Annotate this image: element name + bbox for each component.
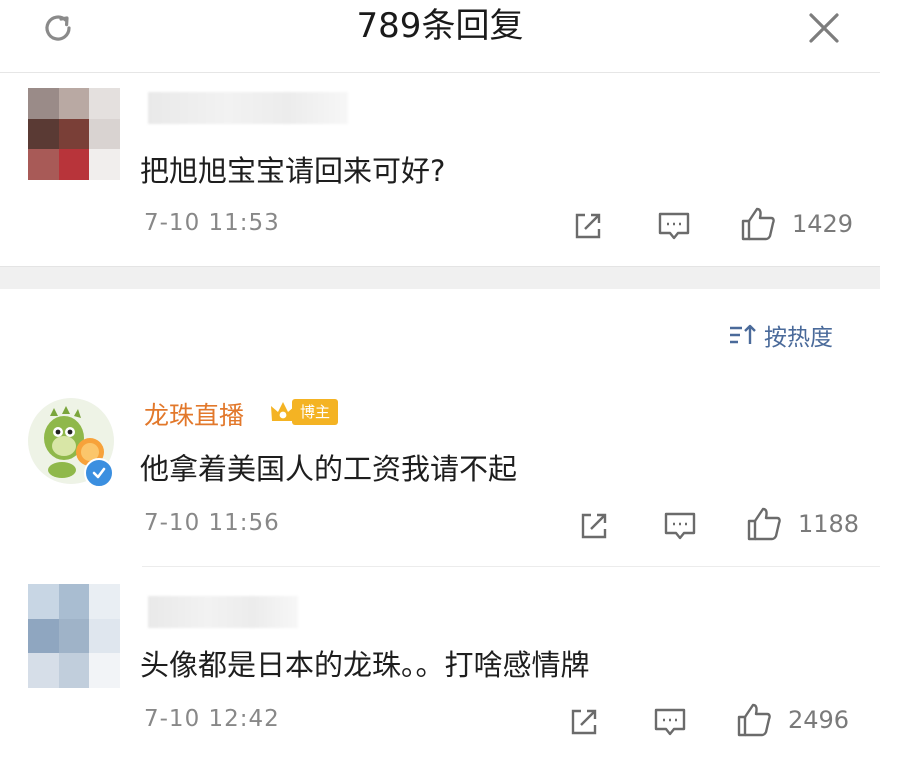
- replies-header: 789条回复: [0, 0, 880, 73]
- comment-text: 他拿着美国人的工资我请不起: [140, 452, 518, 486]
- verified-badge: [84, 458, 114, 488]
- comment-time: 7-10 11:53: [144, 210, 280, 236]
- sort-icon: [730, 324, 756, 344]
- comment-text: 头像都是日本的龙珠。。打啥感情牌: [140, 648, 590, 682]
- row-divider: [142, 566, 880, 567]
- author-name[interactable]: 龙珠直播: [144, 396, 244, 432]
- comment-time: 7-10 11:56: [144, 510, 280, 536]
- share-icon: [571, 709, 597, 735]
- author-badge: 博主: [268, 397, 339, 427]
- avatar-mosaic: [28, 88, 120, 180]
- avatar-obscured[interactable]: [28, 88, 120, 180]
- thumbs-up-icon: [747, 507, 781, 541]
- comment-text: 把旭旭宝宝请回来可好?: [140, 154, 446, 188]
- like-button[interactable]: [734, 700, 774, 740]
- thumbs-up-icon: [737, 703, 771, 737]
- avatar-mosaic: [28, 584, 120, 688]
- reply-button[interactable]: [660, 506, 700, 546]
- share-button[interactable]: [574, 506, 614, 546]
- comment-icon: [654, 708, 686, 736]
- checkmark-icon: [92, 467, 106, 479]
- close-icon: [809, 13, 839, 43]
- thumbs-up-icon: [741, 207, 775, 241]
- author-name-obscured[interactable]: [148, 92, 348, 124]
- reply-button[interactable]: [654, 206, 694, 246]
- replies-page: 789条回复 把旭旭宝宝请回来可好? 7-10 11:53 1429 按热度 龙…: [0, 0, 920, 766]
- like-count: 2496: [788, 706, 850, 734]
- share-icon: [575, 213, 601, 239]
- like-count: 1429: [792, 210, 854, 238]
- like-count: 1188: [798, 510, 860, 538]
- comment-icon: [664, 512, 696, 540]
- avatar-obscured[interactable]: [28, 584, 120, 688]
- page-title: 789条回复: [356, 6, 524, 46]
- sort-label: 按热度: [764, 325, 833, 351]
- close-button[interactable]: [802, 6, 846, 50]
- comment-time: 7-10 12:42: [144, 706, 280, 732]
- reply-button[interactable]: [650, 702, 690, 742]
- comment-icon: [658, 212, 690, 240]
- like-button[interactable]: [744, 504, 784, 544]
- share-button[interactable]: [564, 702, 604, 742]
- badge-label: 博主: [292, 399, 339, 425]
- sort-toggle[interactable]: 按热度: [728, 318, 833, 352]
- share-button[interactable]: [568, 206, 608, 246]
- section-divider: [0, 266, 880, 289]
- like-button[interactable]: [738, 204, 778, 244]
- share-icon: [581, 513, 607, 539]
- author-name-obscured[interactable]: [148, 596, 298, 628]
